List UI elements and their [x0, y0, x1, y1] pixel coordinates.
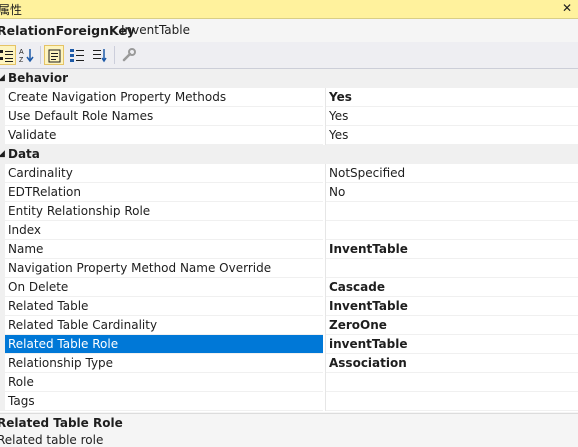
- property-value[interactable]: InventTable: [326, 297, 578, 316]
- description-text: Related table role: [0, 433, 104, 447]
- description-title: Related Table Role: [0, 416, 123, 430]
- property-row[interactable]: Validate Yes: [0, 126, 578, 145]
- events-button[interactable]: [67, 45, 87, 65]
- property-grid: ◢ Behavior Create Navigation Property Me…: [0, 69, 578, 412]
- property-name: Navigation Property Method Name Override: [5, 259, 323, 278]
- property-name: Validate: [5, 126, 323, 145]
- property-name: EDTRelation: [5, 183, 323, 202]
- property-name: Cardinality: [5, 164, 323, 183]
- property-row[interactable]: Tags: [0, 392, 578, 411]
- sort-button[interactable]: [90, 45, 110, 65]
- property-name: Index: [5, 221, 323, 240]
- property-value[interactable]: Yes: [326, 107, 578, 126]
- description-pane: Related Table Role Related table role: [0, 413, 578, 447]
- svg-text:A: A: [19, 49, 24, 56]
- property-row[interactable]: Cardinality NotSpecified: [0, 164, 578, 183]
- property-row[interactable]: Use Default Role Names Yes: [0, 107, 578, 126]
- property-name: On Delete: [5, 278, 323, 297]
- panel-title-bar: 属性 ✕: [0, 0, 578, 19]
- property-name: Related Table Role: [5, 335, 323, 354]
- property-value[interactable]: [326, 259, 578, 278]
- property-value[interactable]: inventTable: [326, 335, 578, 354]
- property-row[interactable]: Index: [0, 221, 578, 240]
- property-value[interactable]: Cascade: [326, 278, 578, 297]
- property-value[interactable]: [326, 221, 578, 240]
- property-toolbar: A Z: [0, 42, 578, 69]
- property-name: Relationship Type: [5, 354, 323, 373]
- alphabetical-button[interactable]: A Z: [17, 45, 37, 65]
- property-value[interactable]: No: [326, 183, 578, 202]
- category-behavior[interactable]: ◢ Behavior: [0, 69, 578, 88]
- property-name: Use Default Role Names: [5, 107, 323, 126]
- property-name: Related Table: [5, 297, 323, 316]
- property-name: Role: [5, 373, 323, 392]
- property-row[interactable]: Role: [0, 373, 578, 392]
- property-value[interactable]: Association: [326, 354, 578, 373]
- property-value[interactable]: [326, 202, 578, 221]
- property-row[interactable]: Related Table Cardinality ZeroOne: [0, 316, 578, 335]
- object-type: InventTable: [121, 23, 190, 37]
- property-value[interactable]: InventTable: [326, 240, 578, 259]
- property-row[interactable]: Related Table InventTable: [0, 297, 578, 316]
- property-row-selected[interactable]: Related Table Role inventTable: [0, 335, 578, 354]
- categorized-button[interactable]: [0, 45, 16, 65]
- property-value[interactable]: NotSpecified: [326, 164, 578, 183]
- sort-icon: [93, 49, 107, 63]
- property-pages-button[interactable]: [119, 45, 139, 65]
- property-row[interactable]: EDTRelation No: [0, 183, 578, 202]
- category-label: Data: [8, 147, 40, 161]
- svg-text:Z: Z: [19, 57, 24, 63]
- property-row[interactable]: Create Navigation Property Methods Yes: [0, 88, 578, 107]
- panel-title: 属性: [0, 3, 23, 17]
- property-value[interactable]: Yes: [326, 126, 578, 145]
- close-icon[interactable]: ✕: [560, 1, 574, 15]
- alphabetical-icon: A Z: [19, 49, 34, 63]
- properties-button[interactable]: [44, 45, 64, 65]
- property-value[interactable]: [326, 392, 578, 411]
- property-row[interactable]: Name InventTable: [0, 240, 578, 259]
- category-label: Behavior: [8, 71, 69, 85]
- property-row[interactable]: Entity Relationship Role: [0, 202, 578, 221]
- wrench-icon: [122, 48, 136, 62]
- collapse-icon[interactable]: ◢: [0, 69, 6, 88]
- property-name: Related Table Cardinality: [5, 316, 323, 335]
- property-row[interactable]: Relationship Type Association: [0, 354, 578, 373]
- property-value[interactable]: Yes: [326, 88, 578, 107]
- events-icon: [70, 49, 84, 62]
- property-row[interactable]: On Delete Cascade: [0, 278, 578, 297]
- property-name: Tags: [5, 392, 323, 411]
- property-value[interactable]: ZeroOne: [326, 316, 578, 335]
- category-data[interactable]: ◢ Data: [0, 145, 578, 164]
- properties-icon: [48, 49, 61, 63]
- object-selector[interactable]: RelationForeignKey InventTable: [0, 19, 578, 41]
- property-name: Create Navigation Property Methods: [5, 88, 323, 107]
- collapse-icon[interactable]: ◢: [0, 145, 6, 164]
- categorized-icon: [0, 50, 13, 62]
- property-name: Entity Relationship Role: [5, 202, 323, 221]
- property-name: Name: [5, 240, 323, 259]
- object-name: RelationForeignKey: [0, 23, 136, 38]
- property-value[interactable]: [326, 373, 578, 392]
- property-row[interactable]: Navigation Property Method Name Override: [0, 259, 578, 278]
